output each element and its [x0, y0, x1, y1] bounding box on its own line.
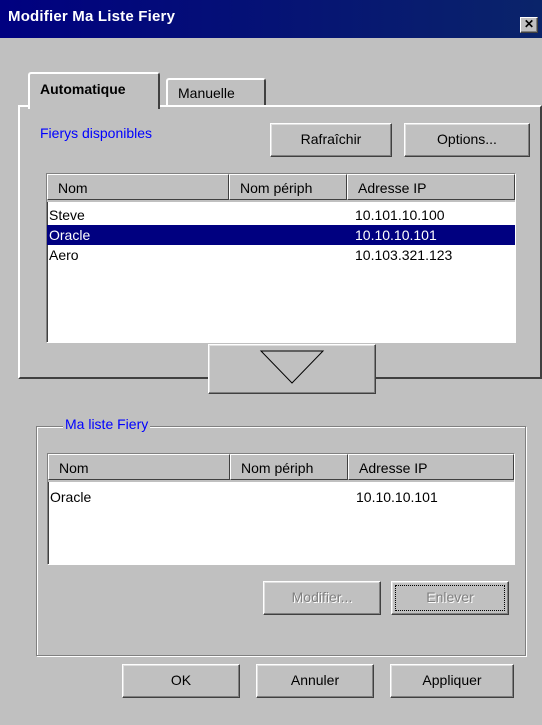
tab-label: Manuelle: [178, 85, 235, 101]
cell-ip: 10.101.10.100: [355, 207, 445, 223]
cancel-button[interactable]: Annuler: [256, 664, 374, 698]
column-header-name[interactable]: Nom: [47, 174, 229, 200]
column-header-device[interactable]: Nom périph: [229, 174, 347, 200]
my-list-group: Ma liste Fiery Nom Nom périph Adresse IP…: [36, 416, 526, 656]
ok-button-label: OK: [170, 672, 192, 688]
apply-button-label: Appliquer: [422, 672, 482, 688]
available-fierys-label: Fierys disponibles: [40, 125, 153, 141]
my-list[interactable]: Nom Nom périph Adresse IP Oracle 10.10.1…: [47, 453, 515, 565]
cell-ip: 10.103.321.123: [355, 247, 453, 263]
tab-label: Automatique: [40, 81, 126, 97]
list-header: Nom Nom périph Adresse IP: [48, 454, 514, 482]
list-header: Nom Nom périph Adresse IP: [47, 174, 515, 202]
cell-name: Aero: [49, 247, 79, 263]
options-button[interactable]: Options...: [404, 123, 530, 157]
cell-ip: 10.10.10.101: [356, 489, 438, 505]
refresh-button[interactable]: Rafraîchir: [270, 123, 392, 157]
title-bar: Modifier Ma Liste Fiery ✕: [0, 0, 542, 38]
column-header-ip[interactable]: Adresse IP: [348, 454, 514, 480]
modify-button-label: Modifier...: [291, 589, 353, 605]
list-item[interactable]: Steve 10.101.10.100: [47, 205, 515, 225]
tab-automatique[interactable]: Automatique: [28, 72, 160, 109]
add-to-list-button[interactable]: [208, 344, 376, 394]
options-button-label: Options...: [437, 131, 497, 147]
modify-button[interactable]: Modifier...: [263, 581, 381, 615]
cancel-button-label: Annuler: [290, 672, 340, 688]
ok-button[interactable]: OK: [122, 664, 240, 698]
dialog-body: Automatique Manuelle Fierys disponibles …: [12, 38, 542, 725]
cell-name: Oracle: [50, 489, 92, 505]
cell-name: Steve: [49, 207, 85, 223]
column-header-name[interactable]: Nom: [48, 454, 230, 480]
tab-manuelle[interactable]: Manuelle: [166, 78, 266, 106]
list-item[interactable]: Aero 10.103.321.123: [47, 245, 515, 265]
triangle-down-icon: [259, 350, 325, 384]
tab-panel: Fierys disponibles Rafraîchir Options...…: [18, 105, 542, 379]
close-button[interactable]: ✕: [520, 17, 538, 33]
remove-button[interactable]: Enlever: [391, 581, 509, 615]
cell-name: Oracle: [49, 227, 91, 243]
refresh-button-label: Rafraîchir: [300, 131, 362, 147]
column-header-device[interactable]: Nom périph: [230, 454, 348, 480]
list-item-selected[interactable]: Oracle 10.10.10.101: [47, 225, 515, 245]
available-list[interactable]: Nom Nom périph Adresse IP Steve 10.101.1…: [46, 173, 516, 343]
apply-button[interactable]: Appliquer: [390, 664, 514, 698]
cell-ip: 10.10.10.101: [355, 227, 437, 243]
column-header-ip[interactable]: Adresse IP: [347, 174, 515, 200]
focus-rectangle: [395, 585, 505, 611]
my-list-label: Ma liste Fiery: [63, 416, 151, 432]
close-icon: ✕: [523, 17, 535, 31]
window-title: Modifier Ma Liste Fiery: [8, 8, 176, 25]
list-item[interactable]: Oracle 10.10.10.101: [48, 487, 514, 507]
